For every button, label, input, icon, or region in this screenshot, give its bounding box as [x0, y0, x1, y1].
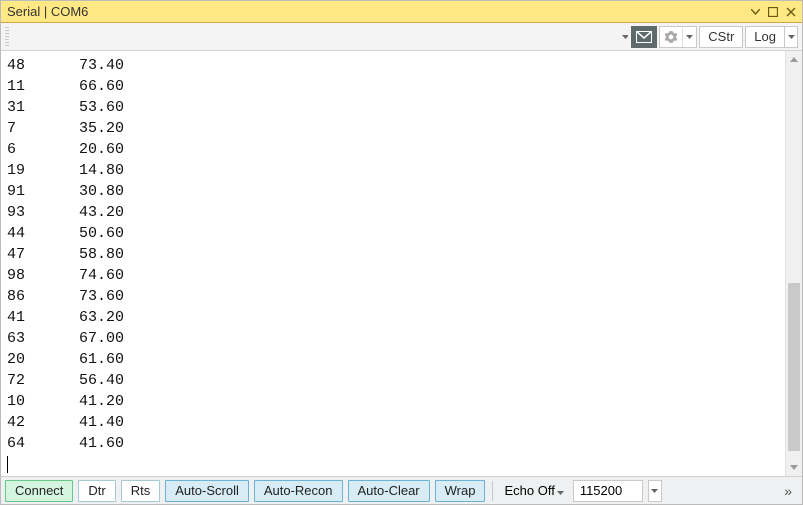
maximize-icon[interactable]: [768, 7, 778, 17]
chevron-down-icon[interactable]: [682, 27, 696, 47]
window-controls: [751, 7, 796, 17]
serial-monitor-window: Serial | COM6 CStr Log 48 73.40 11 66.60…: [0, 0, 803, 505]
log-button[interactable]: Log: [745, 26, 784, 48]
autoclear-button[interactable]: Auto-Clear: [348, 480, 430, 502]
rts-button[interactable]: Rts: [121, 480, 161, 502]
autoscroll-button[interactable]: Auto-Scroll: [165, 480, 249, 502]
send-icon[interactable]: [631, 26, 657, 48]
blank-dropdown[interactable]: [621, 26, 629, 48]
chevron-down-icon[interactable]: [784, 26, 798, 48]
dtr-button[interactable]: Dtr: [78, 480, 115, 502]
toolbar-bottom: Connect Dtr Rts Auto-Scroll Auto-Recon A…: [1, 476, 802, 504]
chevron-down-icon[interactable]: [557, 483, 564, 498]
scroll-down-icon[interactable]: [786, 459, 802, 476]
scroll-up-icon[interactable]: [786, 51, 802, 68]
scroll-track[interactable]: [786, 68, 802, 459]
connect-button[interactable]: Connect: [5, 480, 73, 502]
content-area: 48 73.40 11 66.60 31 53.60 7 35.20 6 20.…: [1, 51, 802, 476]
log-button-group: Log: [745, 26, 798, 48]
separator: [492, 481, 493, 501]
echo-dropdown[interactable]: Echo Off: [500, 480, 567, 502]
cstr-button[interactable]: CStr: [699, 26, 743, 48]
window-title: Serial | COM6: [7, 4, 751, 19]
scroll-thumb[interactable]: [788, 283, 800, 451]
overflow-icon[interactable]: »: [778, 483, 798, 499]
baud-input[interactable]: [573, 480, 643, 502]
vertical-scrollbar[interactable]: [785, 51, 802, 476]
terminal-output[interactable]: 48 73.40 11 66.60 31 53.60 7 35.20 6 20.…: [1, 51, 785, 476]
close-icon[interactable]: [786, 7, 796, 17]
autorecon-button[interactable]: Auto-Recon: [254, 480, 343, 502]
gear-icon[interactable]: [660, 26, 682, 48]
toolbar-top: CStr Log: [1, 23, 802, 51]
baud-dropdown[interactable]: [648, 480, 662, 502]
echo-label: Echo Off: [504, 483, 554, 498]
gear-dropdown[interactable]: [659, 26, 697, 48]
title-bar: Serial | COM6: [1, 1, 802, 23]
terminal-cursor: [7, 456, 8, 473]
chevron-down-icon[interactable]: [751, 9, 760, 15]
wrap-button[interactable]: Wrap: [435, 480, 486, 502]
